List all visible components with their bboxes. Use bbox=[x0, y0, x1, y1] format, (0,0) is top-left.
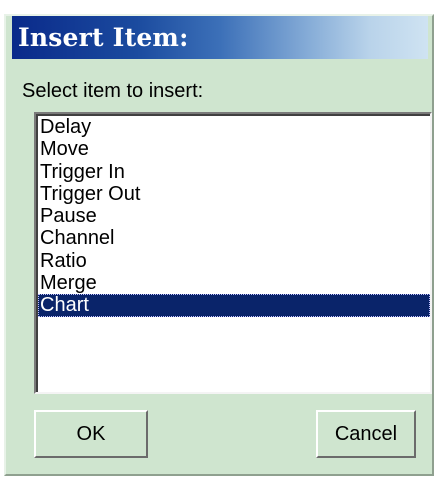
list-item-trigger-out[interactable]: Trigger Out bbox=[38, 183, 430, 205]
list-item-chart[interactable]: Chart bbox=[38, 294, 430, 317]
list-item-ratio[interactable]: Ratio bbox=[38, 250, 430, 272]
cancel-button[interactable]: Cancel bbox=[316, 410, 416, 458]
list-item-channel[interactable]: Channel bbox=[38, 227, 430, 249]
listbox-inner: Delay Move Trigger In Trigger Out Pause … bbox=[36, 114, 430, 392]
prompt-label: Select item to insert: bbox=[22, 80, 204, 102]
insert-item-dialog: Insert Item: Select item to insert: Dela… bbox=[0, 0, 439, 479]
list-item-move[interactable]: Move bbox=[38, 138, 430, 160]
list-item-trigger-in[interactable]: Trigger In bbox=[38, 161, 430, 183]
item-listbox[interactable]: Delay Move Trigger In Trigger Out Pause … bbox=[34, 112, 432, 394]
ok-button[interactable]: OK bbox=[34, 410, 148, 458]
dialog-title: Insert Item: bbox=[18, 23, 189, 52]
list-item-merge[interactable]: Merge bbox=[38, 272, 430, 294]
list-item-delay[interactable]: Delay bbox=[38, 116, 430, 138]
title-bar[interactable]: Insert Item: bbox=[12, 16, 428, 59]
list-item-pause[interactable]: Pause bbox=[38, 205, 430, 227]
